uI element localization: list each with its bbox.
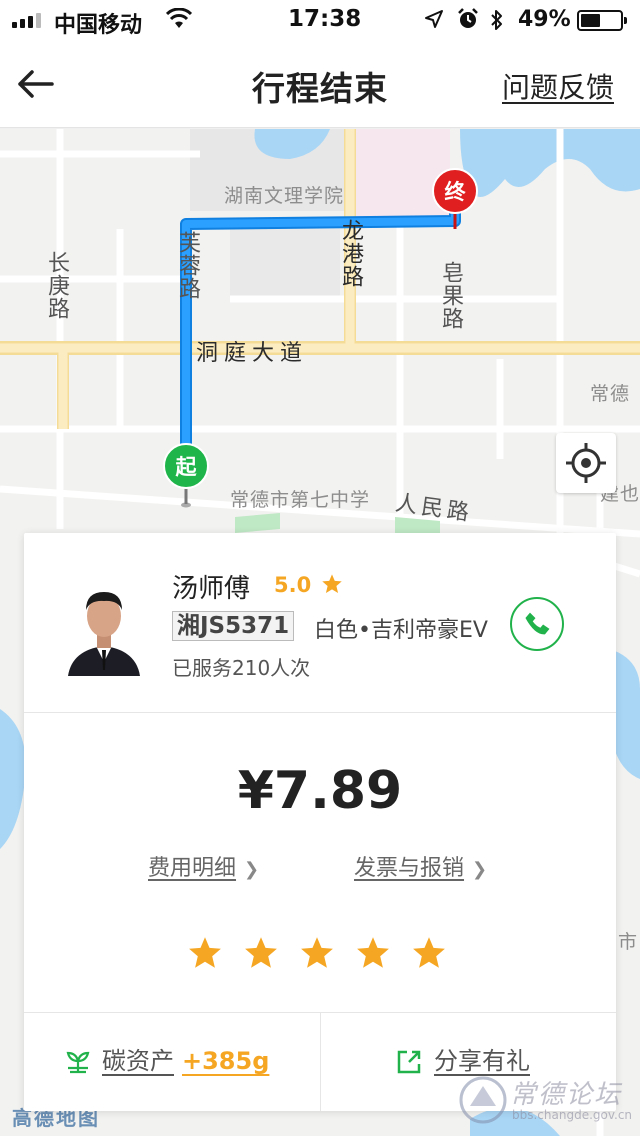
nav-bar: 行程结束 问题反馈 xyxy=(0,40,640,128)
location-arrow-icon xyxy=(425,10,443,28)
feedback-link[interactable]: 问题反馈 xyxy=(502,66,614,106)
carbon-asset-button[interactable]: 碳资产 +385g xyxy=(64,1041,269,1076)
battery-icon xyxy=(577,10,627,31)
service-count: 已服务210人次 xyxy=(172,656,311,680)
call-driver-button[interactable] xyxy=(510,597,564,651)
rating-star-3-icon[interactable] xyxy=(299,935,335,971)
status-bar: 中国移动 17:38 49% xyxy=(0,0,640,40)
locate-button[interactable] xyxy=(556,433,616,493)
map-label-longgang-road: 龙港路 xyxy=(338,219,363,288)
signal-icon xyxy=(12,12,41,28)
invoice-link[interactable]: 发票与报销 ❯ xyxy=(354,850,487,882)
rating-star-5-icon[interactable] xyxy=(411,935,447,971)
carbon-label: 碳资产 xyxy=(102,1047,174,1075)
map-label-college: 湖南文理学院 xyxy=(224,185,345,207)
bluetooth-icon xyxy=(491,10,502,30)
carbon-value: +385g xyxy=(182,1047,270,1075)
star-icon xyxy=(322,574,342,593)
clock-time: 17:38 xyxy=(288,6,362,32)
battery-percent: 49% xyxy=(518,7,571,32)
svg-text:终: 终 xyxy=(445,180,467,204)
leaf-icon xyxy=(66,1051,90,1074)
map-label-zaoguo-road: 皂果路 xyxy=(438,261,463,330)
alarm-icon xyxy=(458,8,478,28)
rating-star-4-icon[interactable] xyxy=(355,935,391,971)
divider xyxy=(24,712,616,713)
driver-rating: 5.0 xyxy=(274,573,312,597)
chevron-right-icon: ❯ xyxy=(244,859,260,880)
map-label-changde: 常德 xyxy=(590,383,631,405)
phone-icon xyxy=(525,612,550,635)
wifi-icon xyxy=(166,8,192,28)
map-label-dongting-avenue: 洞庭大道 xyxy=(196,341,309,366)
crosshair-icon xyxy=(566,443,606,483)
share-label: 分享有礼 xyxy=(434,1047,530,1075)
star-rating[interactable] xyxy=(187,935,447,971)
divider xyxy=(320,1012,321,1111)
carrier-name: 中国移动 xyxy=(54,13,143,38)
map-label-no7-school: 常德市第七中学 xyxy=(230,489,371,511)
watermark-url: bbs.changde.gov.cn xyxy=(512,1108,633,1122)
car-info: 白色•吉利帝豪EV xyxy=(314,618,488,643)
fee-detail-label: 费用明细 xyxy=(148,856,237,881)
map-label-changkang-road: 长庚路 xyxy=(44,251,69,320)
map-label-furong-road: 芙蓉路 xyxy=(175,231,200,300)
share-button[interactable]: 分享有礼 xyxy=(396,1041,530,1076)
forum-watermark: 常德论坛 bbs.changde.gov.cn xyxy=(458,1072,634,1132)
fee-detail-link[interactable]: 费用明细 ❯ xyxy=(148,850,259,882)
license-plate: 湘JS5371 xyxy=(172,611,295,641)
fare-price: ¥7.89 xyxy=(237,761,403,821)
invoice-label: 发票与报销 xyxy=(354,856,465,881)
avatar xyxy=(66,580,142,676)
rating-star-2-icon[interactable] xyxy=(243,935,279,971)
share-icon xyxy=(397,1050,421,1074)
driver-name: 汤师傅 xyxy=(172,574,251,604)
svg-text:起: 起 xyxy=(175,455,198,479)
trip-summary-card: 汤师傅 5.0 湘JS5371 白色•吉利帝豪EV 已服务210人次 ¥7.89… xyxy=(24,533,616,1111)
watermark-text: 常德论坛 xyxy=(510,1080,623,1110)
chevron-right-icon: ❯ xyxy=(472,859,488,880)
forum-logo-icon xyxy=(459,1076,507,1124)
rating-star-1-icon[interactable] xyxy=(187,935,223,971)
map-label-right-partial-2: 市 xyxy=(618,931,639,953)
